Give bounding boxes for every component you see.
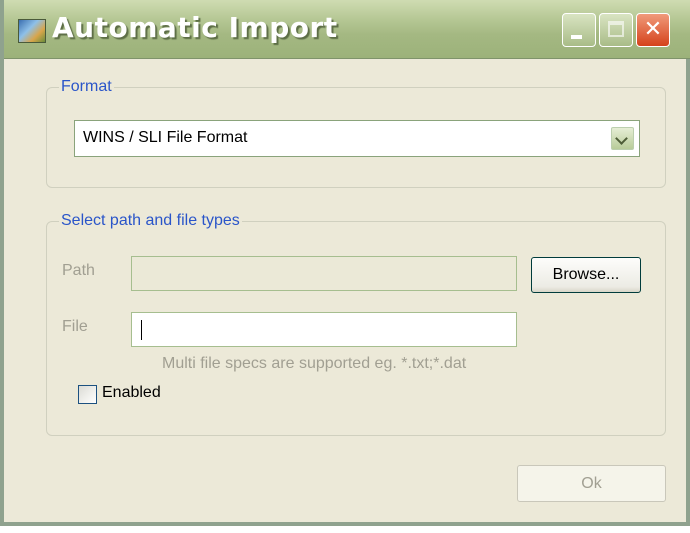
file-label: File [62,318,88,335]
maximize-button[interactable] [599,13,633,47]
close-icon: ✕ [643,17,663,42]
enabled-label[interactable]: Enabled [102,384,161,402]
minimize-button[interactable] [562,13,596,47]
title-bar[interactable]: Automatic Import ✕ [4,0,690,59]
automatic-import-window: Automatic Import ✕ Format WINS / SLI Fil… [0,0,690,526]
window-title: Automatic Import [52,11,338,44]
file-field[interactable] [131,312,517,347]
path-field[interactable] [131,256,517,291]
ok-button[interactable]: Ok [517,465,666,502]
chevron-down-icon[interactable] [611,127,634,150]
format-select-value: WINS / SLI File Format [83,129,248,146]
close-button[interactable]: ✕ [636,13,670,47]
browse-button[interactable]: Browse... [531,257,641,293]
file-spec-hint: Multi file specs are supported eg. *.txt… [162,355,467,372]
format-legend: Format [61,78,112,95]
path-file-legend: Select path and file types [61,212,240,229]
text-caret [141,320,142,340]
format-select[interactable]: WINS / SLI File Format [74,120,640,157]
app-icon [18,19,46,43]
path-label: Path [62,262,95,279]
enabled-checkbox[interactable] [78,385,97,404]
